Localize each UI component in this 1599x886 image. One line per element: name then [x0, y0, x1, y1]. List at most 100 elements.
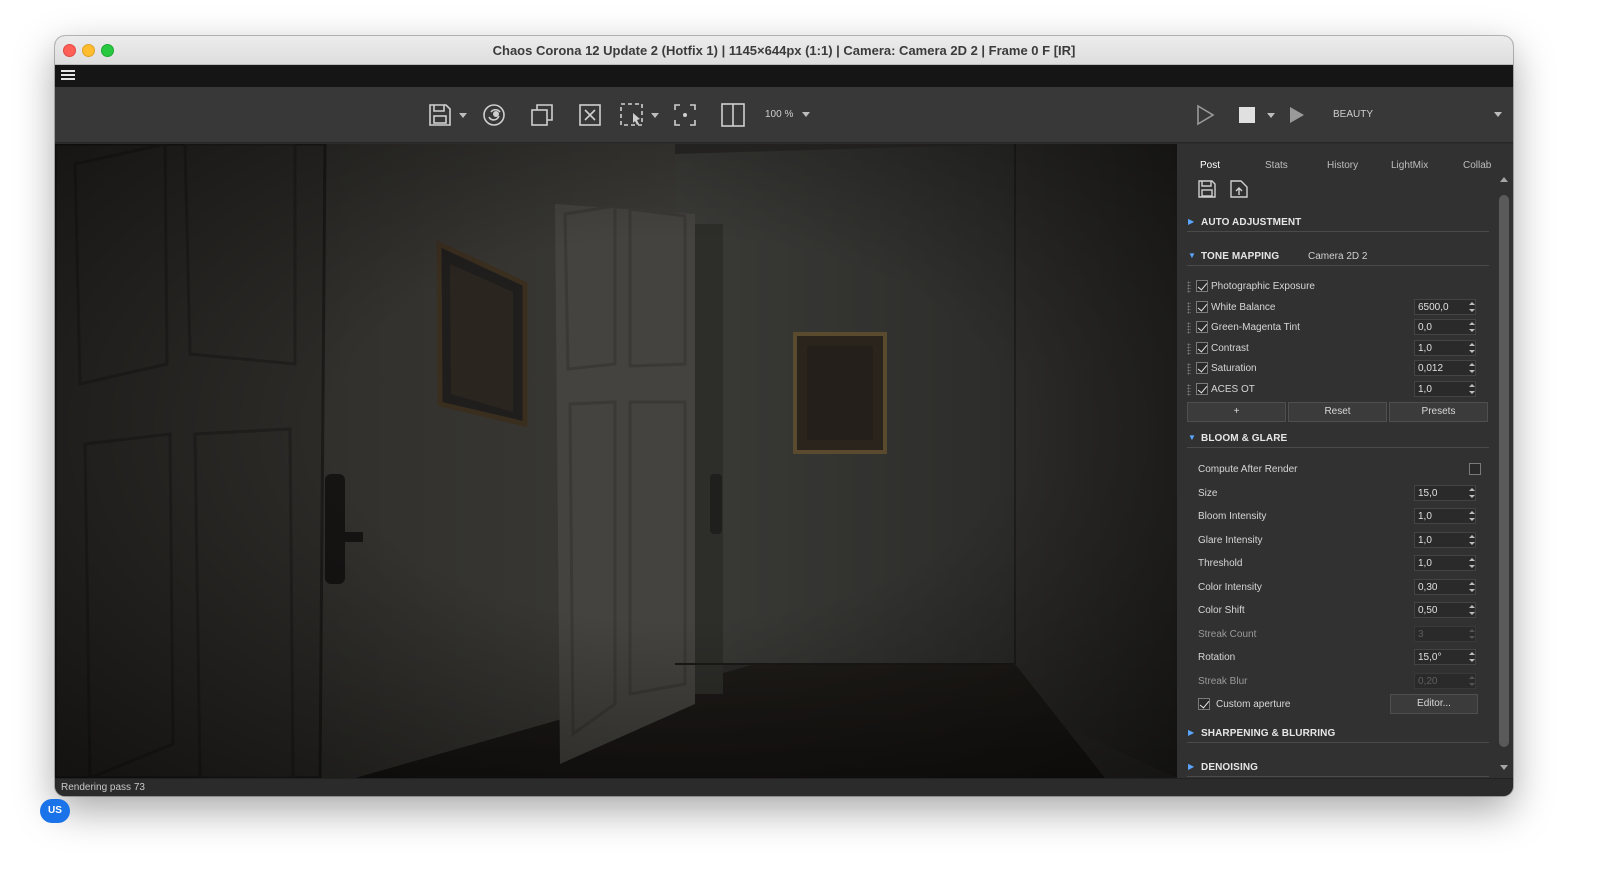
tab-collab[interactable]: Collab: [1463, 160, 1491, 171]
spin-arrows[interactable]: [1467, 650, 1477, 664]
corona-logo-icon[interactable]: [479, 100, 509, 130]
param-label: Bloom Intensity: [1198, 511, 1267, 522]
spin-arrows[interactable]: [1467, 556, 1477, 570]
interactive-render-icon[interactable]: [1284, 100, 1310, 130]
operator-checkbox[interactable]: [1196, 321, 1208, 333]
param-row: Bloom Intensity 1,0: [1177, 508, 1513, 526]
operator-row: Photographic Exposure: [1177, 278, 1513, 296]
operator-row: Contrast 1,0: [1177, 340, 1513, 358]
operator-checkbox[interactable]: [1196, 342, 1208, 354]
tone-mapping-camera: Camera 2D 2: [1308, 251, 1368, 262]
render-element-selector[interactable]: BEAUTY: [1333, 109, 1373, 120]
compute-after-render-checkbox[interactable]: [1469, 463, 1481, 475]
spin-arrows[interactable]: [1467, 533, 1477, 547]
window-title: Chaos Corona 12 Update 2 (Hotfix 1) | 11…: [492, 43, 1076, 58]
scroll-up-arrow-icon[interactable]: [1500, 177, 1508, 182]
spin-arrows[interactable]: [1467, 361, 1477, 375]
drag-handle-icon[interactable]: [1187, 384, 1191, 396]
param-label: Compute After Render: [1198, 464, 1298, 475]
operator-label: White Balance: [1211, 302, 1276, 313]
spin-arrows[interactable]: [1467, 382, 1477, 396]
presets-button[interactable]: Presets: [1389, 402, 1488, 422]
param-label: Glare Intensity: [1198, 535, 1263, 546]
toolbar: 100 % BEAUTY: [55, 87, 1513, 143]
param-label: Threshold: [1198, 558, 1243, 569]
auto-adjustment-header[interactable]: ▶ AUTO ADJUSTMENT: [1187, 214, 1489, 232]
render-icon[interactable]: [1191, 100, 1219, 130]
save-settings-icon[interactable]: [1197, 179, 1217, 199]
input-source-badge[interactable]: US: [40, 799, 70, 823]
operator-label: Photographic Exposure: [1211, 281, 1315, 292]
section-title: DENOISING: [1201, 762, 1259, 773]
tone-mapping-header[interactable]: ▼ TONE MAPPING Camera 2D 2: [1187, 248, 1489, 266]
spin-arrows[interactable]: [1467, 580, 1477, 594]
hamburger-menu-icon[interactable]: [61, 70, 75, 82]
scrollbar-thumb[interactable]: [1499, 195, 1509, 747]
tab-stats[interactable]: Stats: [1265, 160, 1288, 171]
compare-icon[interactable]: [718, 100, 748, 130]
denoising-header[interactable]: ▶ DENOISING: [1187, 759, 1489, 777]
spin-arrows[interactable]: [1467, 300, 1477, 314]
custom-aperture-checkbox[interactable]: [1198, 698, 1210, 710]
render-element-caret[interactable]: [1494, 112, 1502, 117]
param-row: Size 15,0: [1177, 485, 1513, 503]
param-row: Threshold 1,0: [1177, 555, 1513, 573]
expand-icon: ▶: [1188, 728, 1195, 737]
bloom-glare-header[interactable]: ▼ BLOOM & GLARE: [1187, 430, 1489, 448]
save-dropdown-caret[interactable]: [459, 113, 467, 118]
section-title: SHARPENING & BLURRING: [1201, 728, 1336, 739]
reset-button[interactable]: Reset: [1288, 402, 1387, 422]
load-settings-icon[interactable]: [1229, 179, 1249, 199]
zoom-dropdown-caret[interactable]: [802, 112, 810, 117]
spin-arrows[interactable]: [1467, 486, 1477, 500]
region-dropdown-caret[interactable]: [651, 113, 659, 118]
status-bar: Rendering pass 73: [55, 778, 1513, 796]
sharpening-header[interactable]: ▶ SHARPENING & BLURRING: [1187, 725, 1489, 743]
save-icon[interactable]: [425, 100, 455, 130]
drag-handle-icon[interactable]: [1187, 363, 1191, 375]
section-title: TONE MAPPING: [1201, 251, 1280, 262]
operator-checkbox[interactable]: [1196, 383, 1208, 395]
param-row: Compute After Render: [1177, 461, 1513, 479]
param-label: Color Shift: [1198, 605, 1245, 616]
tab-lightmix[interactable]: LightMix: [1391, 160, 1428, 171]
copy-icon[interactable]: [527, 100, 557, 130]
operator-checkbox[interactable]: [1196, 280, 1208, 292]
render-status: Rendering pass 73: [61, 782, 145, 793]
spin-arrows[interactable]: [1467, 509, 1477, 523]
drag-handle-icon[interactable]: [1187, 343, 1191, 355]
drag-handle-icon[interactable]: [1187, 302, 1191, 314]
add-operator-button[interactable]: +: [1187, 402, 1286, 422]
expand-icon: ▶: [1188, 217, 1195, 226]
param-label: Streak Count: [1198, 629, 1257, 640]
zoom-level[interactable]: 100 %: [765, 109, 793, 120]
drag-handle-icon[interactable]: [1187, 322, 1191, 334]
aperture-editor-button[interactable]: Editor...: [1390, 694, 1478, 714]
operator-row: Green-Magenta Tint 0,0: [1177, 319, 1513, 337]
param-row: Color Intensity 0,30: [1177, 579, 1513, 597]
drag-handle-icon[interactable]: [1187, 281, 1191, 293]
tab-post[interactable]: Post: [1200, 160, 1220, 171]
param-label: Color Intensity: [1198, 582, 1262, 593]
render-viewport[interactable]: [55, 144, 1177, 778]
clear-icon[interactable]: [575, 100, 605, 130]
operator-row: White Balance 6500,0: [1177, 299, 1513, 317]
operator-row: ACES OT 1,0: [1177, 381, 1513, 399]
stop-dropdown-caret[interactable]: [1267, 113, 1275, 118]
tab-history[interactable]: History: [1327, 160, 1358, 171]
stop-icon[interactable]: [1235, 100, 1259, 130]
section-title: BLOOM & GLARE: [1201, 433, 1288, 444]
operator-row: Saturation 0,012: [1177, 360, 1513, 378]
section-title: AUTO ADJUSTMENT: [1201, 217, 1302, 228]
region-select-icon[interactable]: [617, 100, 647, 130]
spin-arrows[interactable]: [1467, 603, 1477, 617]
operator-checkbox[interactable]: [1196, 362, 1208, 374]
spin-arrows[interactable]: [1467, 341, 1477, 355]
spin-arrows[interactable]: [1467, 320, 1477, 334]
param-label: Custom aperture: [1216, 699, 1291, 710]
panel-scrollbar[interactable]: [1498, 175, 1510, 775]
operator-checkbox[interactable]: [1196, 301, 1208, 313]
focus-icon[interactable]: [670, 100, 700, 130]
menu-bar: [55, 65, 1513, 87]
scroll-down-arrow-icon[interactable]: [1500, 765, 1508, 770]
